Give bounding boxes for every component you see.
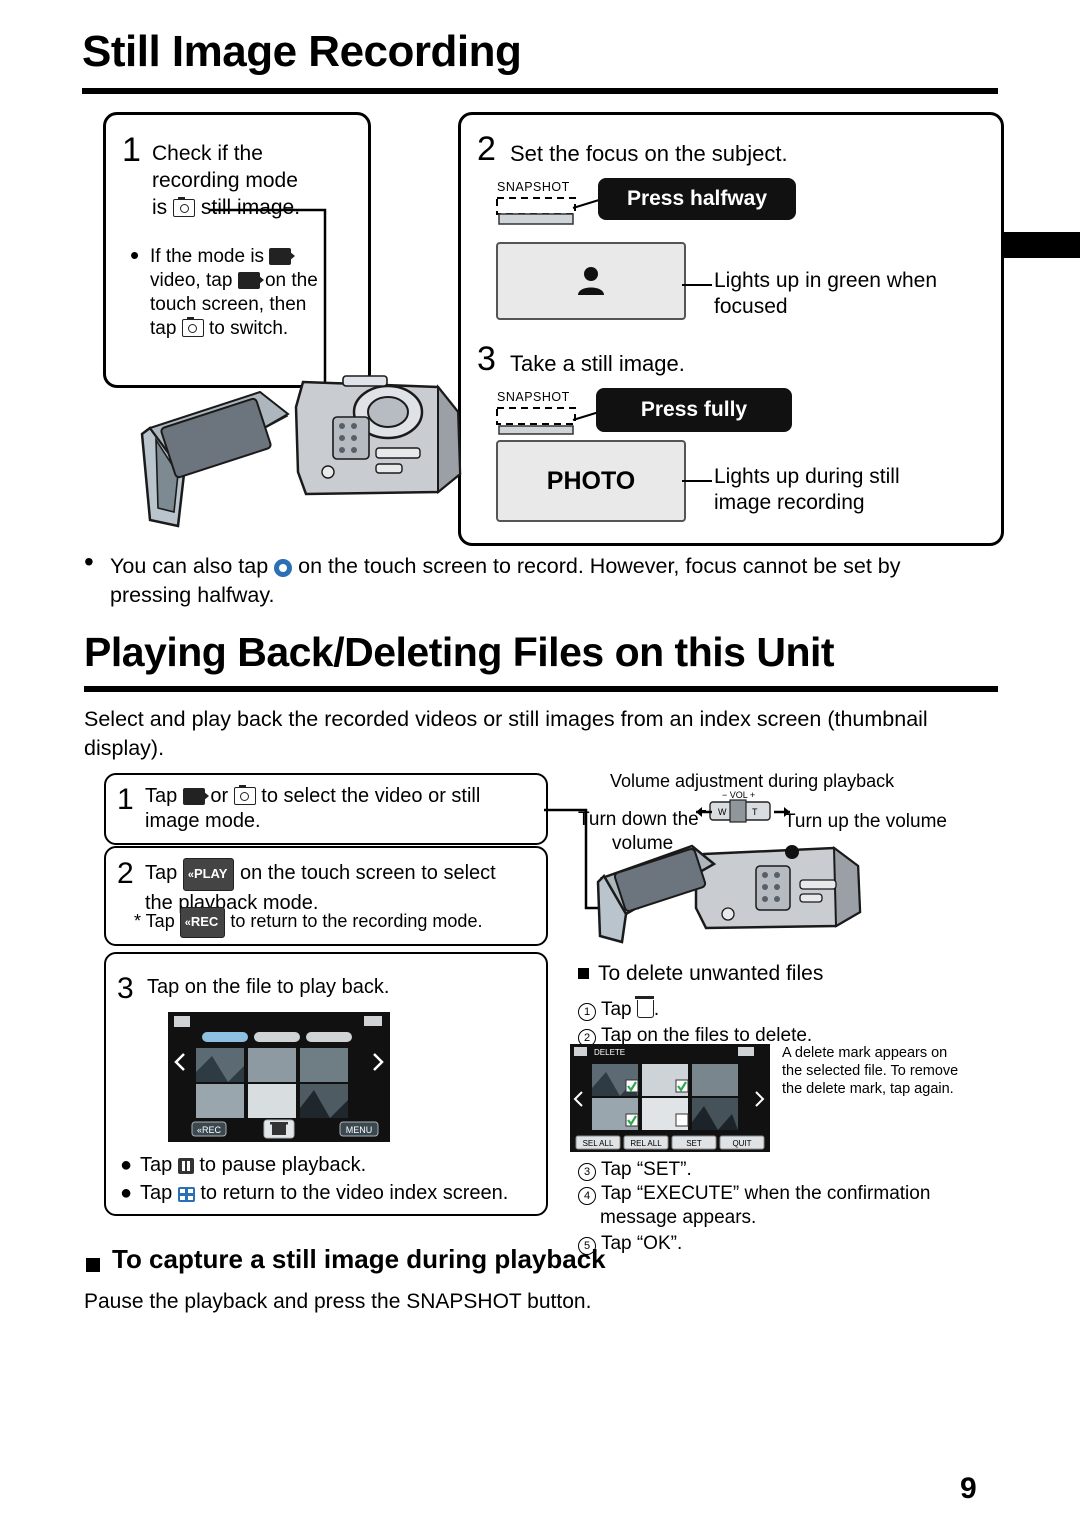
index-screen-mock: «REC MENU — [168, 1012, 390, 1142]
capture-heading-marker — [86, 1258, 100, 1272]
still-mode-icon-2 — [181, 317, 204, 337]
photo-callout: Lights up during still image recording — [714, 465, 900, 514]
still-image-icon — [173, 197, 196, 217]
manual-page: Still Image Recording 1 Check if the rec… — [0, 0, 1080, 1535]
shutter-touch-icon — [274, 559, 293, 577]
delete-step4: 4 Tap “EXECUTE” when the confirmation me… — [578, 1182, 978, 1230]
focus-leader — [682, 284, 712, 286]
svg-text:− VOL +: − VOL + — [722, 790, 755, 800]
pb-step3-bullet1: Tap to pause playback. — [140, 1154, 367, 1176]
delete-note: A delete mark appears on the selected fi… — [782, 1045, 959, 1097]
photo-lcd: PHOTO — [496, 440, 686, 522]
pb-step3-bullet1-dot: ● — [120, 1154, 133, 1176]
pause-icon — [177, 1158, 194, 1174]
step1-bullet-dot: • — [130, 240, 140, 270]
svg-text:«REC: «REC — [197, 1125, 222, 1135]
pb-step1-number: 1 — [117, 783, 134, 816]
step2-text: Set the focus on the subject. — [510, 141, 788, 166]
video-mode-icon-3 — [182, 788, 209, 805]
snapshot-label-2: SNAPSHOT — [497, 390, 570, 404]
delete-step1: 1 Tap . — [578, 996, 659, 1023]
step-circle-3: 3 — [578, 1163, 596, 1181]
person-focus-icon — [578, 267, 604, 295]
step1-number: 1 — [122, 131, 141, 169]
title-underline — [82, 88, 998, 94]
svg-text:DELETE: DELETE — [594, 1048, 625, 1057]
page-number: 9 — [960, 1472, 977, 1505]
snapshot-label-1: SNAPSHOT — [497, 180, 570, 194]
svg-text:SET: SET — [686, 1139, 702, 1148]
note-bullet-dot: • — [84, 546, 94, 577]
index-screen-icon — [177, 1187, 195, 1202]
delete-heading-marker — [578, 968, 589, 979]
pb-step1-text: Tap or to select the video or still imag… — [145, 785, 481, 832]
section2-intro: Select and play back the recorded videos… — [84, 707, 928, 760]
photo-indicator: PHOTO — [546, 466, 636, 495]
section2-title: Playing Back/Deleting Files on this Unit — [84, 629, 835, 675]
photo-leader — [682, 480, 712, 482]
press-halfway-label: Press halfway — [598, 178, 796, 220]
svg-text:SEL ALL: SEL ALL — [583, 1139, 614, 1148]
pb-step3-number: 3 — [117, 972, 134, 1005]
delete-heading: To delete unwanted files — [598, 962, 824, 985]
step3-number: 3 — [477, 340, 496, 378]
svg-text:QUIT: QUIT — [732, 1139, 751, 1148]
snapshot-button-halfway-icon — [496, 197, 600, 225]
focus-lcd — [496, 242, 686, 320]
camcorder-illustration-bottom — [596, 844, 862, 944]
delete-step3: 3 Tap “SET”. — [578, 1156, 692, 1183]
focus-callout: Lights up in green when focused — [714, 269, 937, 318]
page-title: Still Image Recording — [82, 27, 522, 76]
pb-step3-bullet2: Tap to return to the video index screen. — [140, 1182, 509, 1204]
step2-number: 2 — [477, 130, 496, 168]
play-chip-icon: «PLAY — [182, 858, 235, 891]
svg-text:REL ALL: REL ALL — [630, 1139, 662, 1148]
section2-underline — [84, 686, 998, 692]
edge-marker — [1000, 232, 1080, 258]
capture-text: Pause the playback and press the SNAPSHO… — [84, 1290, 592, 1313]
section1-note: You can also tap on the touch screen to … — [110, 554, 901, 607]
rec-chip-icon: «REC — [179, 907, 226, 938]
step3-text: Take a still image. — [510, 351, 685, 376]
still-mode-icon-3 — [233, 785, 256, 805]
pb-step3-bullet2-dot: ● — [120, 1182, 133, 1204]
pb-step2-number: 2 — [117, 857, 134, 890]
delete-screen-mock: DELETE SEL ALL REL ALL SET QUIT — [570, 1044, 770, 1152]
press-fully-label: Press fully — [596, 388, 792, 432]
svg-text:MENU: MENU — [346, 1125, 373, 1135]
pb-step3-text: Tap on the file to play back. — [147, 976, 390, 998]
capture-heading: To capture a still image during playback — [112, 1244, 606, 1274]
pb-step2-note: * Tap «REC to return to the recording mo… — [134, 907, 544, 938]
step-circle-4: 4 — [578, 1187, 596, 1205]
trash-icon — [634, 996, 654, 1018]
camcorder-illustration-top — [140, 375, 462, 528]
step-circle-1: 1 — [578, 1003, 596, 1021]
